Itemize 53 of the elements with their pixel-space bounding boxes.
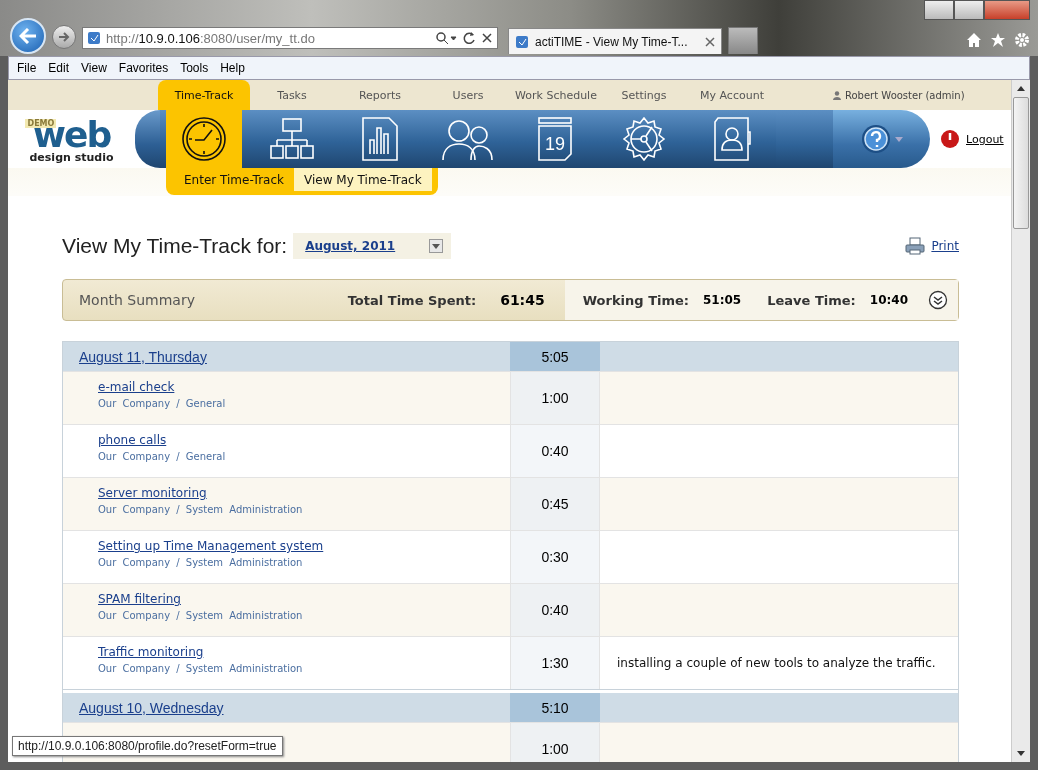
customer-project: Our Company / System Administration [98,557,304,568]
time-cell: 1:00 [510,372,600,424]
nav-tab[interactable]: My Account [688,80,776,168]
task-link[interactable]: SPAM filtering [98,592,181,606]
address-bar[interactable]: http://10.9.0.106:8080/user/my_tt.do [82,27,498,49]
time-cell: 0:40 [510,425,600,477]
customer-project: Our Company / System Administration [98,504,304,515]
menu-item[interactable]: File [11,61,43,75]
browser-tab[interactable]: actiTIME - View My Time-T... [508,28,722,54]
customer-project: Our Company / System Administration [98,610,304,621]
time-cell: 0:40 [510,584,600,636]
sub-tab[interactable]: Enter Time-Track [174,168,295,191]
nav-tab[interactable]: Users [424,80,512,168]
task-link[interactable]: e-mail check [98,380,175,394]
working-label: Working Time: [582,292,689,308]
comment-text: installing a couple of new tools to analyze the traffic. [617,656,936,670]
nav-tab[interactable]: Settings [600,80,688,168]
status-tooltip: http://10.9.0.106:8080/profile.do?resetForm=true [12,736,283,756]
period-selector[interactable]: August, 2011 [293,233,452,259]
customer-project: Our Company / General [98,451,227,462]
task-link[interactable]: Traffic monitoring [98,645,204,659]
time-cell: 1:00 [510,723,600,762]
page-title: View My Time-Track for: [62,234,288,258]
leave-value: 10:40 [869,293,908,307]
day-total: 5:10 [510,693,600,722]
total-value: 61:45 [500,292,545,308]
menu-item[interactable]: Edit [42,61,76,75]
total-label: Total Time Spent: [347,292,477,308]
menu-item[interactable]: Favorites [112,61,175,75]
task-link[interactable]: Server monitoring [98,486,207,500]
time-cell: 0:45 [510,478,600,530]
logout-link[interactable]: Logout [930,110,1011,168]
user-name: Robert Wooster (admin) [833,80,965,110]
nav-tab[interactable]: Work Schedule 19 [512,80,600,168]
menu-item[interactable]: Help [214,61,251,75]
task-link[interactable]: phone calls [98,433,167,447]
menu-item[interactable]: Tools [174,61,215,75]
customer-project: Our Company / General [98,398,227,409]
time-cell: 0:30 [510,531,600,583]
task-link[interactable]: Setting up Time Management system [98,539,324,553]
customer-project: Our Company / System Administration [98,663,304,674]
summary-title: Month Summary [79,292,196,308]
leave-label: Leave Time: [767,292,856,308]
nav-tab[interactable]: Reports [336,80,424,168]
sub-tab[interactable]: View My Time-Track [294,168,432,191]
date-link[interactable]: August 10, Wednesday [63,693,510,722]
date-link[interactable]: August 11, Thursday [63,342,510,371]
menu-item[interactable]: View [75,61,113,75]
print-link[interactable]: Print [905,237,959,255]
working-value: 51:05 [703,293,742,307]
day-total: 5:05 [510,342,600,371]
nav-tab[interactable]: Tasks [248,80,336,168]
time-cell: 1:30 [510,637,600,689]
